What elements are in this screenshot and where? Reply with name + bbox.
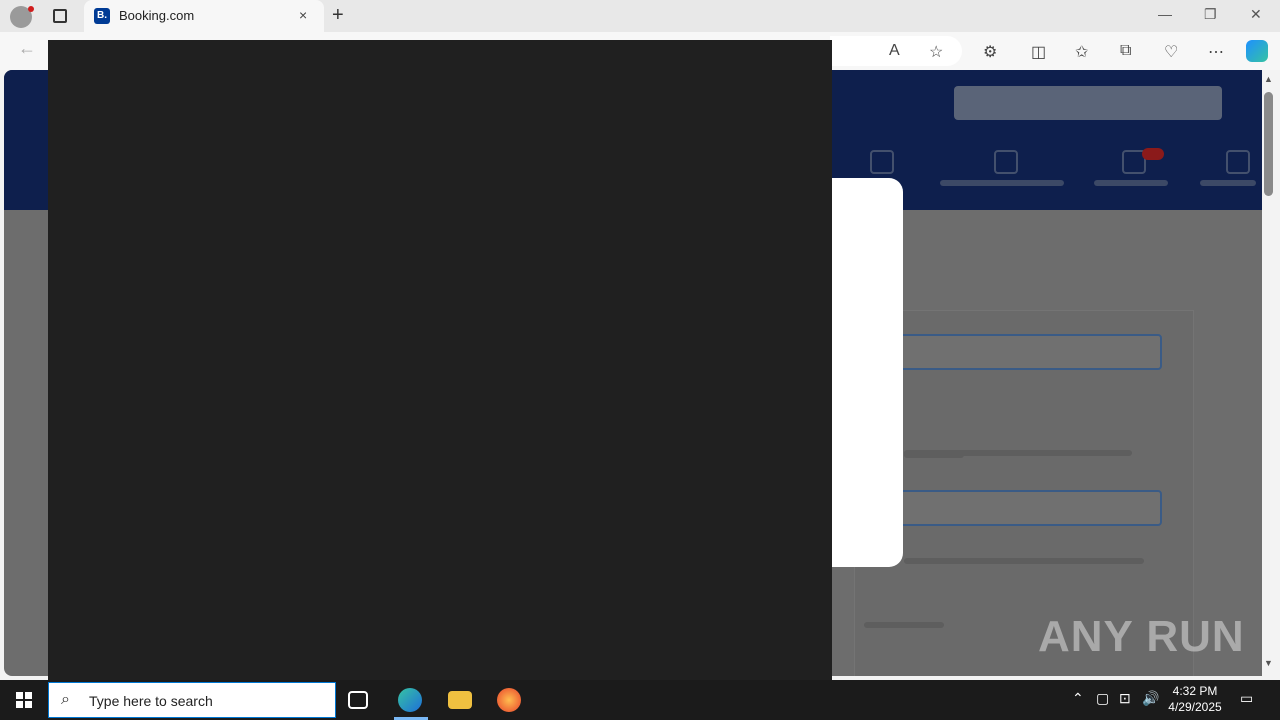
split-screen-icon[interactable]: ◫ xyxy=(1031,42,1046,62)
tab-actions-icon[interactable] xyxy=(53,9,67,23)
scroll-up-icon[interactable]: ▲ xyxy=(1264,74,1273,84)
scroll-thumb[interactable] xyxy=(1264,92,1273,196)
clock-date: 4/29/2025 xyxy=(1168,700,1222,714)
volume-icon[interactable]: 🔊 xyxy=(1142,690,1159,707)
nav-label-1 xyxy=(940,180,1064,186)
read-aloud-icon[interactable]: A xyxy=(889,42,900,60)
tray-device-icon[interactable]: ▢ xyxy=(1096,690,1109,707)
booking-favicon-icon: B. xyxy=(94,8,110,24)
favorites-icon[interactable]: ✩ xyxy=(1075,42,1088,62)
nav-label-2 xyxy=(1094,180,1168,186)
browser-essentials-icon[interactable]: ♡ xyxy=(1164,42,1178,62)
cart-badge xyxy=(1142,148,1164,160)
task-view-icon[interactable] xyxy=(348,691,368,709)
header-search-box[interactable] xyxy=(954,86,1222,120)
card-button-2[interactable] xyxy=(884,490,1162,526)
collections-icon[interactable]: ⧉ xyxy=(1120,42,1131,60)
notification-dot xyxy=(28,6,34,12)
card-text-line-2 xyxy=(904,450,1132,456)
start-menu-icon[interactable] xyxy=(16,692,32,708)
tray-chevron-icon[interactable]: ⌃ xyxy=(1072,690,1084,707)
tab-close-icon[interactable]: × xyxy=(299,7,307,23)
card-text-line-3 xyxy=(904,558,1144,564)
extensions-icon[interactable]: ⚙ xyxy=(983,42,997,62)
edge-taskbar-icon[interactable] xyxy=(398,688,422,712)
taskbar-clock[interactable]: 4:32 PM 4/29/2025 xyxy=(1160,683,1230,715)
notifications-icon[interactable]: ▭ xyxy=(1240,690,1253,707)
search-icon: ⌕ xyxy=(61,691,70,708)
firefox-icon[interactable] xyxy=(497,688,521,712)
minimize-icon[interactable]: — xyxy=(1158,6,1172,22)
new-tab-button[interactable]: + xyxy=(332,4,344,27)
nav-icon-4[interactable] xyxy=(1226,150,1250,174)
window-close-icon[interactable]: ✕ xyxy=(1250,6,1262,23)
scroll-down-icon[interactable]: ▼ xyxy=(1264,658,1273,668)
restore-icon[interactable]: ❐ xyxy=(1204,6,1217,23)
more-options-icon[interactable]: ⋯ xyxy=(1208,42,1224,62)
black-overlay-window xyxy=(48,40,832,680)
nav-icon-1[interactable] xyxy=(870,150,894,174)
browser-tab-bar: B. Booking.com × + — ❐ ✕ xyxy=(0,0,1280,32)
favorite-star-icon[interactable]: ☆ xyxy=(929,42,943,62)
card-text-line-4 xyxy=(864,622,944,628)
taskbar-search-placeholder: Type here to search xyxy=(89,693,213,709)
clock-time: 4:32 PM xyxy=(1172,684,1218,698)
taskbar-search-box[interactable]: ⌕ Type here to search xyxy=(48,682,336,718)
nav-icon-2[interactable] xyxy=(994,150,1018,174)
card-button-1[interactable] xyxy=(884,334,1162,370)
network-icon[interactable]: ⊡ xyxy=(1119,690,1131,707)
back-icon[interactable]: ← xyxy=(18,38,36,59)
windows-taskbar: ⌕ Type here to search ⌃ ▢ ⊡ 🔊 4:32 PM 4/… xyxy=(0,680,1280,720)
anyrun-watermark: ANY RUN xyxy=(1038,612,1245,661)
nav-label-3 xyxy=(1200,180,1256,186)
copilot-icon[interactable] xyxy=(1246,40,1268,62)
tab-title: Booking.com xyxy=(119,8,195,23)
file-explorer-icon[interactable] xyxy=(448,691,472,709)
